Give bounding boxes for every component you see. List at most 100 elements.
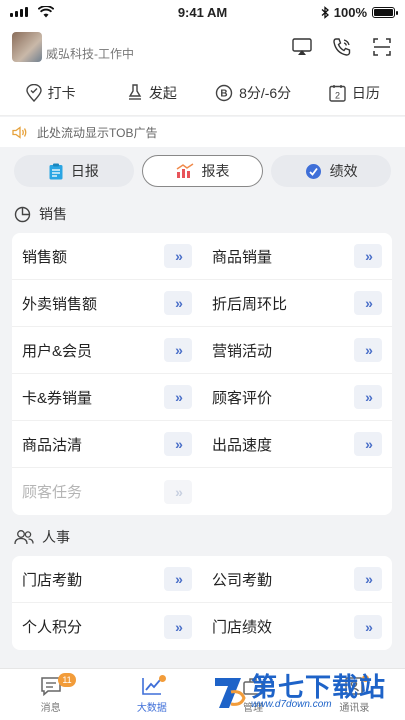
tab-performance[interactable]: 绩效 (271, 155, 392, 187)
big-data-dot (159, 675, 167, 682)
double-chevron-right-icon[interactable]: » (354, 338, 382, 362)
bluetooth-icon (321, 5, 329, 19)
tab-reports[interactable]: 报表 (141, 155, 264, 187)
report-item-label: 门店绩效 (212, 619, 273, 636)
initiate-button[interactable]: 发起 (101, 83, 202, 103)
report-item[interactable]: 公司考勤 » (202, 556, 392, 602)
section-sales-label: 销售 (39, 206, 67, 222)
speaker-icon (12, 125, 27, 139)
report-item[interactable]: 外卖销售额 » (12, 280, 202, 326)
watermark-main: 第七下载站 (251, 672, 387, 702)
double-chevron-right-icon[interactable]: » (354, 291, 382, 315)
report-item[interactable]: 营销活动 » (202, 327, 392, 373)
section-hr-label: 人事 (42, 529, 70, 545)
battery-fill (374, 8, 393, 16)
battery-percent: 100% (333, 4, 367, 20)
stamp-icon (128, 83, 142, 100)
report-item[interactable]: 出品速度 » (202, 421, 392, 467)
section-title-hr: 人事 (14, 527, 70, 547)
tab-daily-report[interactable]: 日报 (14, 155, 134, 187)
status-left (10, 6, 54, 18)
report-item[interactable]: 门店绩效 » (202, 603, 392, 650)
double-chevron-right-icon[interactable]: » (354, 244, 382, 268)
report-item-label: 折后周环比 (212, 295, 288, 313)
report-item-label: 个人积分 (22, 619, 83, 636)
nav-big-data-label: 大数据 (136, 702, 167, 714)
clock-in-label: 打卡 (47, 84, 76, 101)
report-item[interactable]: 卡&券销量 » (12, 374, 202, 420)
report-item[interactable]: 用户&会员 » (12, 327, 202, 373)
double-chevron-right-icon[interactable]: » (354, 614, 382, 639)
header-icons (291, 36, 393, 58)
calendar-label: 日历 (351, 84, 380, 101)
double-chevron-right-icon[interactable]: » (164, 567, 192, 591)
double-chevron-right-icon[interactable]: » (164, 385, 192, 409)
double-chevron-right-icon[interactable]: » (354, 385, 382, 409)
nav-messages[interactable]: 消息 11 (0, 669, 101, 720)
calendar-icon: 2 (329, 84, 346, 102)
double-chevron-right-icon[interactable]: » (164, 291, 192, 315)
report-item-label: 用户&会员 (22, 342, 93, 360)
grid-row: 用户&会员 » 营销活动 » (12, 327, 392, 374)
double-chevron-right-icon: » (164, 479, 192, 504)
grid-row: 卡&券销量 » 顾客评价 » (12, 374, 392, 421)
quick-actions: 打卡 发起 B 8分/-6分 2 日历 (0, 70, 405, 116)
avatar[interactable] (12, 32, 42, 62)
clipboard-icon (49, 163, 63, 179)
report-item-label: 商品沽清 (22, 436, 83, 454)
header: 威弘科技-工作中 (0, 24, 405, 70)
report-item[interactable]: 商品销量 » (202, 233, 392, 279)
report-item[interactable]: 个人积分 » (12, 603, 202, 650)
watermark: 第七下载站 www.d7down.com (211, 666, 401, 718)
calendar-day: 2 (335, 90, 340, 100)
tab-daily-report-label: 日报 (70, 163, 99, 179)
watermark-logo-icon (215, 678, 246, 708)
screen-cast-icon[interactable] (291, 36, 313, 58)
ad-text: 此处流动显示TOB广告 (37, 125, 158, 140)
report-item-label: 门店考勤 (22, 571, 83, 589)
b-coin-icon: B (215, 84, 233, 101)
grid-row: 个人积分 » 门店绩效 » (12, 603, 392, 650)
signal-icon (10, 7, 28, 17)
messages-badge: 11 (58, 673, 76, 687)
status-bar: 9:41 AM 100% (0, 0, 405, 24)
grid-row: 门店考勤 » 公司考勤 » (12, 556, 392, 603)
scan-icon[interactable] (371, 36, 393, 58)
performance-icon (305, 163, 321, 179)
report-item-label: 公司考勤 (212, 571, 273, 589)
report-item-label: 营销活动 (212, 342, 273, 360)
bar-chart-icon (176, 163, 193, 178)
double-chevron-right-icon[interactable]: » (354, 432, 382, 456)
tab-bar: 日报 报表 绩效 (14, 155, 392, 187)
sales-card: 销售额» 商品销量» 外卖销售额» 折后周环比» 用户&会员» 营销活动» 卡&券销量» 顾客… (12, 233, 392, 515)
clock-in-button[interactable]: 打卡 (0, 83, 101, 103)
report-item: 顾客任务 » (12, 468, 202, 515)
double-chevron-right-icon[interactable]: » (354, 567, 382, 591)
watermark-sub: www.d7down.com (251, 699, 332, 710)
nav-big-data[interactable]: 大数据 (101, 669, 202, 720)
report-item[interactable]: 销售额 » (12, 233, 202, 279)
report-item[interactable]: 门店考勤 » (12, 556, 202, 602)
double-chevron-right-icon[interactable]: » (164, 244, 192, 268)
company-status[interactable]: 威弘科技-工作中 (46, 45, 134, 62)
report-item[interactable]: 顾客评价 » (202, 374, 392, 420)
pie-chart-icon (14, 206, 31, 222)
people-icon (14, 529, 34, 544)
double-chevron-right-icon[interactable]: » (164, 338, 192, 362)
report-item[interactable]: 折后周环比 » (202, 280, 392, 326)
ad-banner[interactable]: 此处流动显示TOB广告 (0, 117, 405, 147)
double-chevron-right-icon[interactable]: » (164, 432, 192, 456)
calendar-button[interactable]: 2 日历 (304, 83, 405, 103)
tab-performance-label: 绩效 (329, 163, 358, 179)
report-item-label: 商品销量 (212, 248, 273, 266)
score-button[interactable]: B 8分/-6分 (203, 83, 304, 103)
initiate-label: 发起 (148, 84, 177, 101)
grid-row: 销售额 » 商品销量 » (12, 233, 392, 280)
phone-icon[interactable] (331, 36, 353, 58)
double-chevron-right-icon[interactable]: » (164, 614, 192, 639)
grid-row: 商品沽清 » 出品速度 » (12, 421, 392, 468)
report-item[interactable]: 商品沽清 » (12, 421, 202, 467)
section-title-sales: 销售 (14, 204, 67, 224)
nav-messages-label: 消息 (40, 702, 61, 714)
hr-card: 门店考勤 » 公司考勤 » 个人积分 » 门店绩效 » (12, 556, 392, 650)
